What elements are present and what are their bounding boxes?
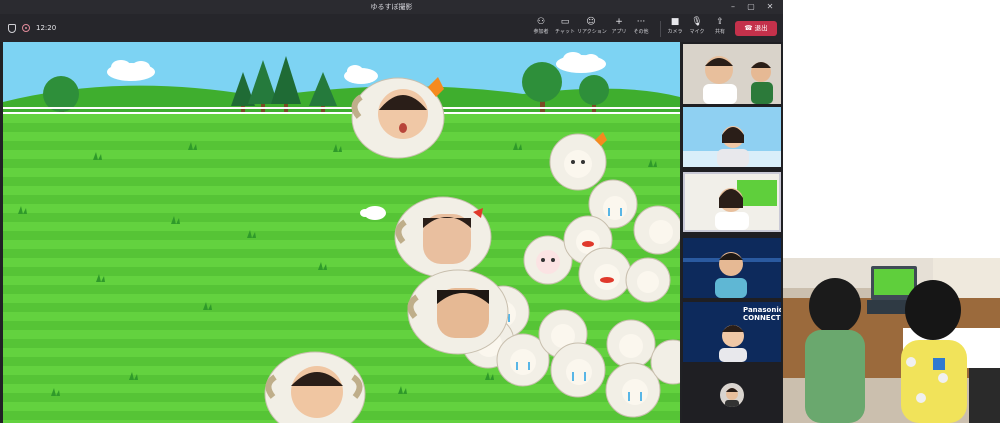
participant-brand: Panasonic CONNECT bbox=[743, 306, 781, 322]
cartoon-sheep bbox=[550, 342, 606, 398]
reaction-label: リアクション bbox=[577, 29, 607, 35]
title-bar: ゆるすぼ撮影 – ▢ ✕ bbox=[0, 0, 783, 14]
cartoon-sheep bbox=[606, 319, 656, 369]
player-sheep bbox=[351, 77, 445, 159]
minimize-icon[interactable]: – bbox=[725, 0, 741, 14]
participant-video-tile[interactable] bbox=[683, 238, 781, 298]
participant-video-tile[interactable] bbox=[683, 44, 781, 104]
video-feed bbox=[683, 44, 781, 104]
maximize-icon[interactable]: ▢ bbox=[743, 0, 759, 14]
phone-icon: ☎ bbox=[744, 24, 755, 32]
cloud bbox=[107, 60, 155, 81]
cartoon-sheep bbox=[605, 362, 661, 418]
close-icon[interactable]: ✕ bbox=[762, 0, 778, 14]
participant-video-tile[interactable]: Panasonic CONNECT bbox=[683, 302, 781, 362]
chat-icon: ▭ bbox=[560, 17, 570, 27]
video-feed bbox=[683, 107, 781, 167]
leave-label: 退出 bbox=[754, 24, 768, 32]
more-button[interactable]: ··· その他 bbox=[627, 17, 655, 41]
share-button[interactable]: ⇪ 共有 bbox=[706, 17, 734, 41]
meeting-window: ゆるすぼ撮影 – ▢ ✕ 12:20 ⚇ 参加者 ▭ チャット ☺ リアクション… bbox=[0, 0, 783, 423]
children-photo bbox=[783, 258, 1000, 423]
participant-video-tile[interactable] bbox=[683, 107, 781, 167]
more-icon: ··· bbox=[636, 17, 646, 27]
chat-button[interactable]: ▭ チャット bbox=[551, 17, 579, 41]
meeting-status: 12:20 bbox=[8, 21, 56, 35]
share-label: 共有 bbox=[714, 29, 725, 35]
avatar bbox=[725, 388, 739, 407]
share-icon: ⇪ bbox=[716, 17, 724, 27]
shield-icon[interactable] bbox=[8, 23, 16, 33]
participant-video-tile-active[interactable] bbox=[683, 172, 781, 232]
window-title: ゆるすぼ撮影 bbox=[370, 3, 413, 11]
participant-gallery: Panasonic CONNECT bbox=[682, 42, 782, 423]
cartoon-sheep bbox=[625, 257, 671, 303]
video-feed bbox=[685, 174, 779, 230]
elapsed-time: 12:20 bbox=[36, 24, 57, 32]
cartoon-sheep bbox=[633, 205, 680, 255]
meeting-toolbar: 12:20 ⚇ 参加者 ▭ チャット ☺ リアクション + アプリ ··· その… bbox=[0, 14, 783, 42]
video-feed bbox=[683, 238, 781, 298]
reaction-button[interactable]: ☺ リアクション bbox=[577, 17, 607, 41]
leave-button[interactable]: ☎ 退出 bbox=[735, 21, 777, 36]
sheep-game-scene bbox=[3, 42, 680, 423]
chat-label: チャット bbox=[555, 29, 575, 35]
reaction-icon: ☺ bbox=[586, 17, 596, 27]
recording-icon bbox=[22, 24, 30, 32]
more-label: その他 bbox=[633, 29, 649, 35]
shared-screen bbox=[3, 42, 680, 423]
photo-scene bbox=[783, 258, 1000, 423]
player-sheep bbox=[407, 269, 509, 355]
cartoon-sheep bbox=[578, 247, 632, 301]
player-sheep bbox=[394, 196, 492, 278]
self-view-avatar[interactable] bbox=[720, 383, 744, 407]
